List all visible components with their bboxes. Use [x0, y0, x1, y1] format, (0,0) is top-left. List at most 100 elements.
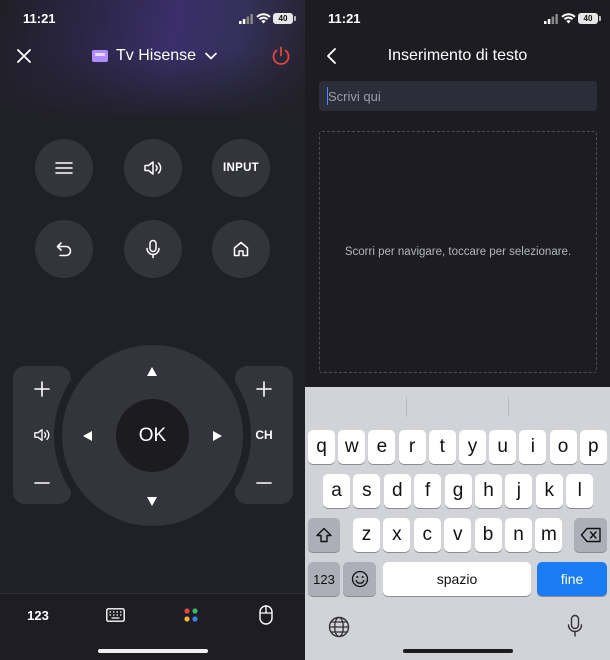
arrow-right-icon[interactable]: [213, 431, 222, 441]
keyboard-icon: [105, 608, 125, 622]
key-t[interactable]: t: [428, 430, 456, 464]
channel-down-button[interactable]: [235, 470, 293, 496]
key-f[interactable]: f: [414, 474, 442, 508]
home-indicator[interactable]: [403, 649, 513, 653]
speaker-icon: [144, 161, 162, 175]
cellular-signal-icon: [239, 14, 253, 24]
home-button[interactable]: [212, 220, 270, 278]
key-u[interactable]: u: [489, 430, 517, 464]
mouse-icon: [259, 605, 273, 625]
touchpad-hint: Scorri per navigare, toccare per selezio…: [344, 246, 572, 258]
wifi-icon: [561, 13, 576, 24]
key-j[interactable]: j: [505, 474, 533, 508]
key-l[interactable]: l: [566, 474, 594, 508]
color-dot: [184, 608, 190, 614]
menu-button[interactable]: [35, 139, 93, 197]
text-cursor: [327, 87, 328, 105]
emoji-icon: [351, 570, 368, 588]
dictation-microphone-icon[interactable]: [567, 614, 583, 638]
status-bar: 11:21 40: [305, 10, 610, 28]
suggestion-divider: [406, 397, 407, 417]
status-time: 11:21: [328, 11, 361, 26]
channel-rocker: CH: [235, 366, 293, 504]
key-e[interactable]: e: [368, 430, 396, 464]
key-z[interactable]: z: [353, 518, 380, 552]
keyboard: qwertyuiop asdfghjkl zxcvbnm 123 spazio fi…: [305, 387, 610, 660]
minus-icon: [34, 482, 50, 484]
cellular-signal-icon: [544, 14, 558, 24]
chevron-down-icon: [205, 52, 217, 60]
tv-icon: [92, 50, 108, 62]
device-selector[interactable]: Tv Hisense: [92, 45, 218, 67]
remote-screen: 11:21 40 Tv Hisense INPUT CH OK 123: [0, 0, 305, 660]
volume-down-button[interactable]: [13, 470, 71, 496]
key-o[interactable]: o: [549, 430, 577, 464]
backspace-icon: [580, 527, 601, 543]
arrow-up-icon[interactable]: [147, 367, 157, 376]
key-r[interactable]: r: [398, 430, 426, 464]
power-icon[interactable]: [270, 45, 292, 67]
return-icon: [56, 242, 72, 257]
key-g[interactable]: g: [444, 474, 472, 508]
key-s[interactable]: s: [353, 474, 381, 508]
input-button[interactable]: INPUT: [212, 139, 270, 197]
color-dot: [184, 616, 190, 622]
color-dots-icon: [184, 608, 198, 622]
sound-button[interactable]: [124, 139, 182, 197]
home-indicator[interactable]: [98, 649, 208, 653]
volume-up-button[interactable]: [13, 376, 71, 402]
status-bar: 11:21 40: [0, 10, 305, 28]
key-h[interactable]: h: [475, 474, 502, 508]
menu-icon: [55, 162, 73, 174]
key-i[interactable]: i: [519, 430, 547, 464]
key-k[interactable]: k: [535, 474, 563, 508]
device-name: Tv Hisense: [116, 47, 197, 64]
delete-key[interactable]: [574, 518, 607, 552]
text-input-field[interactable]: [319, 81, 597, 111]
key-n[interactable]: n: [505, 518, 532, 552]
key-a[interactable]: a: [323, 474, 350, 508]
key-x[interactable]: x: [383, 518, 411, 552]
numpad-tab[interactable]: 123: [24, 604, 52, 626]
battery-indicator: 40: [578, 13, 601, 24]
arrow-left-icon[interactable]: [83, 431, 92, 441]
numbers-key[interactable]: 123: [308, 562, 340, 596]
globe-icon[interactable]: [328, 616, 350, 638]
minus-icon: [256, 482, 272, 484]
close-icon[interactable]: [14, 46, 34, 66]
key-p[interactable]: p: [579, 430, 607, 464]
shift-key[interactable]: [308, 518, 340, 552]
suggestion-bar: [305, 387, 610, 427]
microphone-icon: [146, 239, 160, 259]
key-w[interactable]: w: [338, 430, 366, 464]
key-b[interactable]: b: [474, 518, 502, 552]
color-buttons-tab[interactable]: [181, 604, 201, 626]
space-key[interactable]: spazio: [383, 562, 531, 596]
wifi-icon: [256, 13, 271, 24]
keyboard-tab[interactable]: [104, 604, 126, 626]
mouse-tab[interactable]: [256, 604, 276, 626]
voice-button[interactable]: [124, 220, 182, 278]
ok-button[interactable]: OK: [116, 399, 189, 472]
suggestion-divider: [508, 397, 509, 417]
touchpad-area[interactable]: Scorri per navigare, toccare per selezio…: [319, 131, 597, 373]
return-key[interactable]: fine: [537, 562, 607, 596]
page-title: Inserimento di testo: [387, 47, 528, 64]
key-q[interactable]: q: [308, 430, 335, 464]
key-d[interactable]: d: [383, 474, 411, 508]
text-input-screen: 11:21 40 Inserimento di testo Scorri per…: [305, 0, 610, 660]
emoji-key[interactable]: [343, 562, 376, 596]
channel-up-button[interactable]: [235, 376, 293, 402]
key-m[interactable]: m: [535, 518, 563, 552]
arrow-down-icon[interactable]: [147, 497, 157, 506]
key-c[interactable]: c: [413, 518, 441, 552]
key-y[interactable]: y: [459, 430, 486, 464]
plus-icon: [256, 381, 272, 397]
input-label: INPUT: [223, 162, 259, 174]
channel-label: CH: [255, 428, 273, 442]
back-button[interactable]: [35, 220, 93, 278]
plus-icon: [34, 381, 50, 397]
home-icon: [233, 241, 249, 257]
color-dot: [192, 616, 198, 622]
key-v[interactable]: v: [444, 518, 472, 552]
